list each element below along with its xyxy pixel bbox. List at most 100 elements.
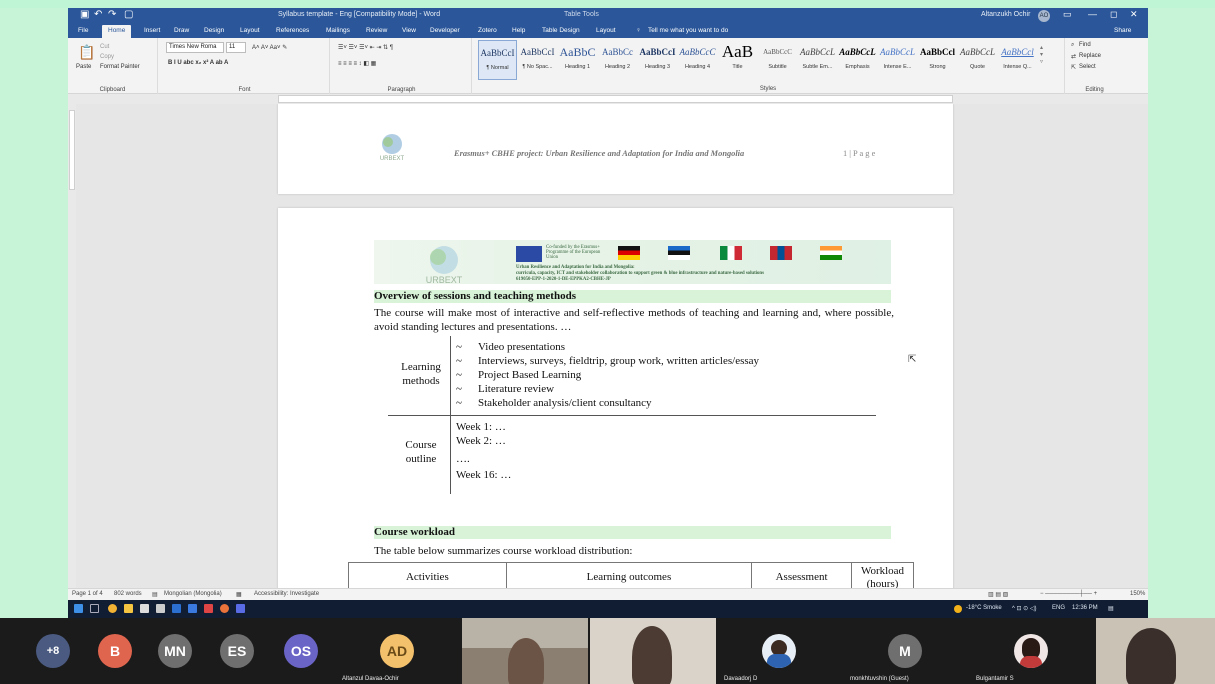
style-heading-4[interactable]: AaBbCcC Heading 4 [678, 40, 717, 80]
tab-design[interactable]: Design [204, 27, 224, 34]
ribbon-display-icon[interactable]: ▭ [1063, 9, 1072, 20]
macro-icon[interactable]: ▦ [236, 591, 242, 598]
tell-me-search[interactable]: Tell me what you want to do [648, 27, 728, 34]
flag-mongolia-icon [770, 246, 792, 260]
cut-button[interactable]: Cut [100, 44, 109, 50]
chrome-icon[interactable] [108, 604, 117, 613]
style-emphasis[interactable]: AaBbCcL Emphasis [838, 40, 877, 80]
tab-table-design[interactable]: Table Design [542, 27, 580, 34]
taskbar-weather[interactable]: -18°C Smoke [966, 605, 1002, 611]
align-icons[interactable]: ≡ ≡ ≡ ≡ ↕ ◧ ▦ [338, 60, 376, 67]
tab-review[interactable]: Review [366, 27, 387, 34]
status-words[interactable]: 802 words [114, 591, 142, 597]
tab-insert[interactable]: Insert [144, 27, 160, 34]
participant-os[interactable]: OS [284, 634, 318, 668]
font-size-box[interactable]: 11 [226, 42, 246, 53]
style-intense-emphasis[interactable]: AaBbCcL Intense E... [878, 40, 917, 80]
taskbar-lang[interactable]: ENG [1052, 605, 1065, 611]
style-subtitle[interactable]: AaBbCcC Subtitle [758, 40, 797, 80]
tab-mailings[interactable]: Mailings [326, 27, 350, 34]
status-accessibility[interactable]: Accessibility: Investigate [254, 591, 319, 597]
minimize-icon[interactable]: — [1088, 9, 1097, 19]
word-icon[interactable] [172, 604, 181, 613]
participant-video-2[interactable] [590, 618, 716, 684]
app-icon-5[interactable] [220, 604, 229, 613]
save-icon[interactable]: ▣ [80, 9, 89, 20]
undo-icon[interactable]: ↶ [94, 9, 102, 20]
style-no-spacing[interactable]: AaBbCcI ¶ No Spac... [518, 40, 557, 80]
tab-file[interactable]: File [78, 27, 88, 34]
redo-icon[interactable]: ↷ [108, 9, 116, 20]
notification-icon[interactable]: ▤ [1108, 605, 1114, 612]
taskbar-time[interactable]: 12:36 PM [1072, 605, 1098, 611]
participant-es[interactable]: ES [220, 634, 254, 668]
user-avatar[interactable]: AO [1038, 10, 1050, 22]
tab-layout[interactable]: Layout [240, 27, 260, 34]
paste-button[interactable]: Paste [76, 64, 91, 70]
file-explorer-icon[interactable] [124, 604, 133, 613]
tab-view[interactable]: View [402, 27, 416, 34]
tab-developer[interactable]: Developer [430, 27, 460, 34]
select-icon[interactable]: ⇱ [1071, 64, 1076, 71]
format-painter-button[interactable]: Format Painter [100, 64, 140, 70]
participant-tile-davaadorj[interactable]: Davaadorj D [718, 618, 842, 684]
tab-help[interactable]: Help [512, 27, 525, 34]
style-normal[interactable]: AaBbCcI ¶ Normal [478, 40, 517, 80]
find-icon[interactable]: ⌕ [1071, 42, 1074, 49]
app-icon-6[interactable] [236, 604, 245, 613]
restore-icon[interactable]: ◻ [1110, 9, 1117, 20]
close-icon[interactable]: ✕ [1130, 9, 1138, 20]
participant-tile-monkhtuvshin[interactable]: M monkhtuvshin (Guest) [844, 618, 968, 684]
tab-references[interactable]: References [276, 27, 309, 34]
font-format-icons[interactable]: B I U abc x₂ x² A ab A [168, 60, 228, 66]
font-grow-icons[interactable]: A˄ A˅ Aa˅ ✎ [252, 44, 287, 51]
app-icon-2[interactable] [156, 604, 165, 613]
zoom-slider[interactable]: − ────────┼── + [1040, 591, 1097, 597]
tab-zotero[interactable]: Zotero [478, 27, 497, 34]
participant-video-3[interactable] [1096, 618, 1215, 684]
participant-tile-bulgantamir[interactable]: Bulgantamir S [970, 618, 1094, 684]
tab-table-layout[interactable]: Layout [596, 27, 616, 34]
font-name-box[interactable]: Times New Roma [166, 42, 224, 53]
share-button[interactable]: Share [1114, 27, 1131, 34]
style-quote[interactable]: AaBbCcL Quote [958, 40, 997, 80]
replace-button[interactable]: Replace [1079, 53, 1101, 59]
style-title[interactable]: AaB Title [718, 40, 757, 80]
tab-draw[interactable]: Draw [174, 27, 189, 34]
style-heading-2[interactable]: AaBbCc Heading 2 [598, 40, 637, 80]
app-icon-3[interactable] [188, 604, 197, 613]
view-modes-icon[interactable]: ▥ ▤ ▧ [988, 591, 1008, 598]
more-participants-button[interactable]: +8 [36, 634, 70, 668]
participant-b[interactable]: B [98, 634, 132, 668]
style-strong[interactable]: AaBbCcl Strong [918, 40, 957, 80]
start-icon[interactable] [74, 604, 83, 613]
style-subtle-emphasis[interactable]: AaBbCcL Subtle Em... [798, 40, 837, 80]
proofing-icon[interactable]: ▤ [152, 591, 158, 598]
styles-scroll-icon[interactable]: ▴ ▾ ▿ [1040, 44, 1043, 65]
participant-tile-ad[interactable]: AD Altanzul Davaa-Ochir [336, 618, 460, 684]
paste-icon[interactable]: 📋 [78, 44, 95, 61]
zoom-level[interactable]: 150% [1130, 591, 1145, 597]
replace-icon[interactable]: ⇄ [1071, 53, 1076, 60]
vertical-ruler[interactable] [68, 104, 76, 588]
user-name[interactable]: Altanzukh Ochir [981, 11, 1030, 18]
status-language[interactable]: Mongolian (Mongolia) [164, 591, 222, 597]
tab-home[interactable]: Home [102, 25, 132, 38]
select-button[interactable]: Select [1079, 64, 1096, 70]
app-icon-1[interactable] [140, 604, 149, 613]
participant-video-1[interactable] [462, 618, 588, 684]
status-page[interactable]: Page 1 of 4 [72, 591, 103, 597]
style-heading-3[interactable]: AaBbCcI Heading 3 [638, 40, 677, 80]
search-icon[interactable] [90, 604, 99, 613]
style-intense-quote[interactable]: AaBbCcl Intense Q... [998, 40, 1037, 80]
new-doc-icon[interactable]: ▢ [124, 9, 133, 20]
style-heading-1[interactable]: AaBbC Heading 1 [558, 40, 597, 80]
app-icon-4[interactable] [204, 604, 213, 613]
list-icons[interactable]: ☰˅ ☰˅ ☰˅ ⇤ ⇥ ⇅ ¶ [338, 44, 393, 51]
horizontal-ruler[interactable] [68, 94, 1148, 104]
tray-icons[interactable]: ^ ⊡ ⊙ ◁) [1012, 605, 1036, 612]
document-area[interactable]: URBEXT Erasmus+ CBHE project: Urban Resi… [76, 104, 1148, 588]
copy-button[interactable]: Copy [100, 54, 114, 60]
find-button[interactable]: Find [1079, 42, 1091, 48]
participant-mn[interactable]: MN [158, 634, 192, 668]
